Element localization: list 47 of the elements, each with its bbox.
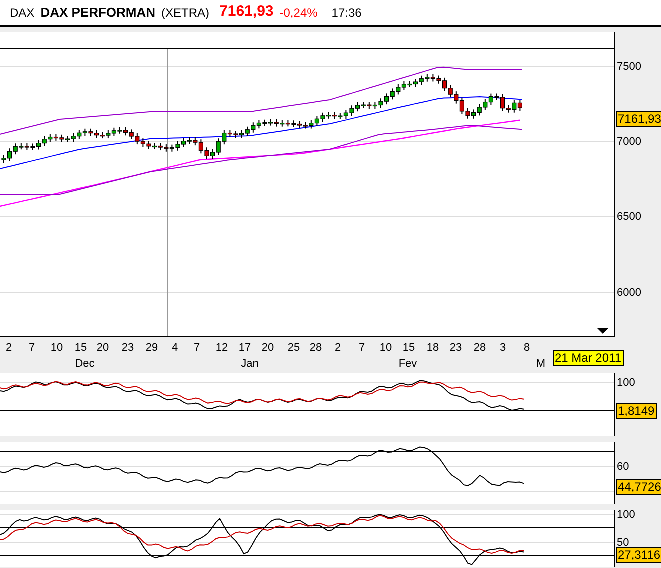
instrument-name: DAX PERFORMAN [40,4,156,22]
axis-label: 6500 [617,211,642,223]
axis-label: 10 [380,342,392,354]
price-value: 7161,93 [220,2,274,22]
axis-label: 7 [194,342,200,354]
month-label: Fev [398,358,418,370]
axis-label: 6000 [617,287,642,299]
axis-label: 20 [96,342,110,354]
axis-label: 29 [146,342,158,354]
axis-label: 10 [50,342,64,354]
exchange-label: (XETRA) [162,4,210,22]
axis-label: 4 [172,342,178,354]
month-label: Dec [75,358,95,370]
axis-label: 25 [288,342,300,354]
axis-label: 28 [474,342,486,354]
axis-label: 28 [310,342,322,354]
axis-label: 100 [617,377,636,389]
value-tag: 44,7726 [616,479,661,495]
axis-label: 7 [28,342,36,354]
axis-label: 2 [6,342,12,354]
axis-label: 7500 [617,61,642,73]
axis-label: 2 [334,342,342,354]
month-label: M [536,358,546,370]
price-tag: 7161,93 [616,111,661,127]
axis-label: 3 [500,342,506,354]
axis-label: 7000 [617,136,642,148]
axis-label: 100 [617,509,636,521]
axis-label: 15 [74,342,88,354]
down-triangle-icon[interactable] [597,328,609,334]
symbol-label: DAX [10,4,35,22]
month-label: Jan [241,358,259,370]
axis-label: 18 [426,342,440,354]
axis-label: 23 [450,342,462,354]
value-tag: 1,8149 [616,403,657,419]
axis-label: 17 [238,342,252,354]
axis-label: 12 [216,342,228,354]
axis-label: 7 [358,342,366,354]
date-tag: 21 Mar 2011 [553,350,624,366]
axis-label: 50 [617,537,630,549]
axis-label: 15 [402,342,416,354]
axis-label: 60 [617,461,630,473]
change-value: -0,24% [280,4,318,22]
axis-label: 8 [524,342,530,354]
axis-label: 20 [262,342,274,354]
time-label: 17:36 [332,4,362,22]
value-tag: 27,3116 [616,547,661,563]
axis-label: 23 [122,342,134,354]
